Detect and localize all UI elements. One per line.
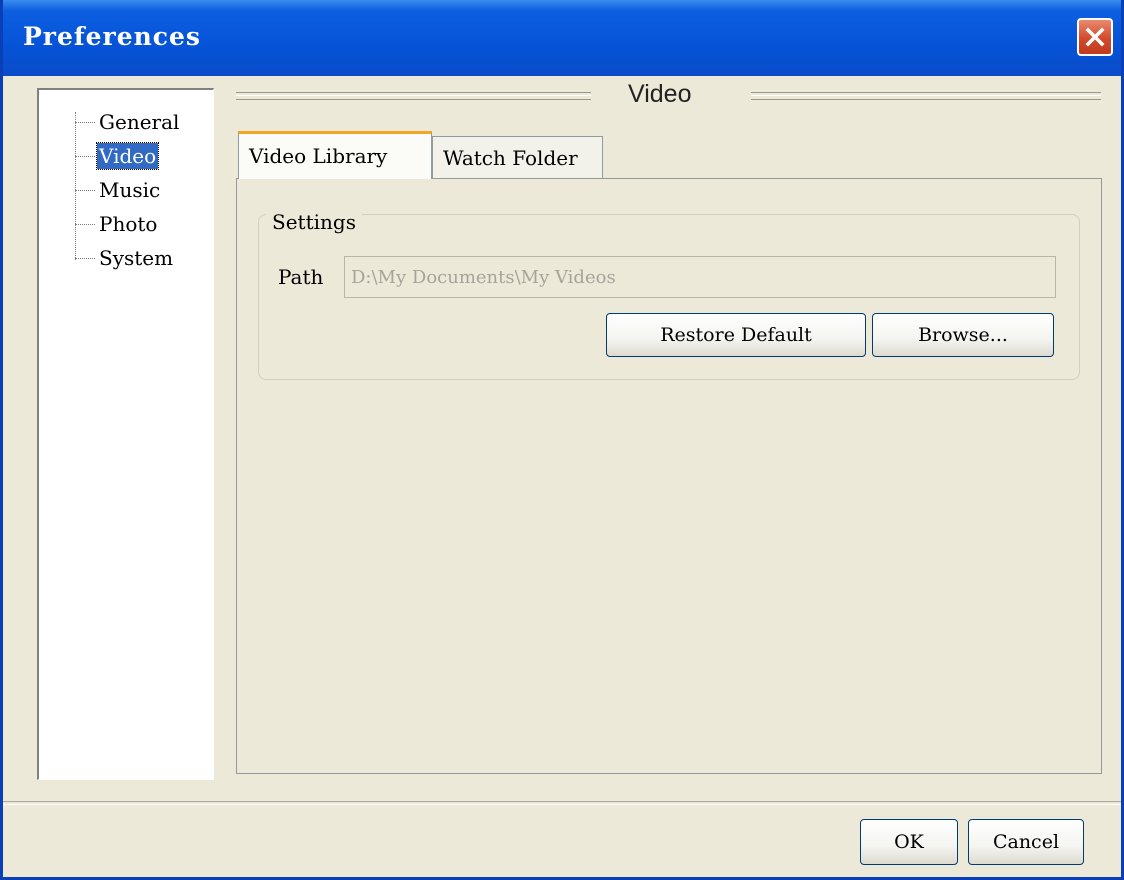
footer-divider (3, 801, 1121, 805)
preferences-dialog: Preferences General Video Music Photo Sy… (0, 0, 1124, 880)
restore-default-button[interactable]: Restore Default (606, 313, 866, 357)
close-button[interactable] (1077, 18, 1113, 56)
browse-button[interactable]: Browse... (872, 313, 1054, 357)
tree-connector (75, 112, 76, 260)
tree-item-label: System (99, 246, 174, 270)
window-title: Preferences (23, 22, 201, 51)
settings-legend: Settings (266, 210, 362, 234)
tree-item-label: Video (95, 142, 160, 170)
tab-label: Watch Folder (443, 146, 578, 170)
tree-item-label: Music (99, 178, 161, 202)
section-title: Video (628, 80, 692, 108)
close-icon (1085, 27, 1105, 47)
category-tree: General Video Music Photo System (37, 88, 214, 780)
tree-item-label: Photo (99, 212, 158, 236)
tab-watch-folder[interactable]: Watch Folder (432, 136, 603, 179)
path-field[interactable] (344, 256, 1056, 298)
tree-item-label: General (99, 110, 180, 134)
tab-video-library[interactable]: Video Library (238, 131, 432, 179)
cancel-button[interactable]: Cancel (968, 819, 1084, 865)
path-label: Path (278, 265, 324, 289)
title-bar[interactable]: Preferences (3, 0, 1121, 76)
tab-label: Video Library (249, 144, 388, 168)
header-divider-right (751, 92, 1101, 100)
ok-button[interactable]: OK (860, 819, 958, 865)
header-divider-left (236, 92, 591, 100)
